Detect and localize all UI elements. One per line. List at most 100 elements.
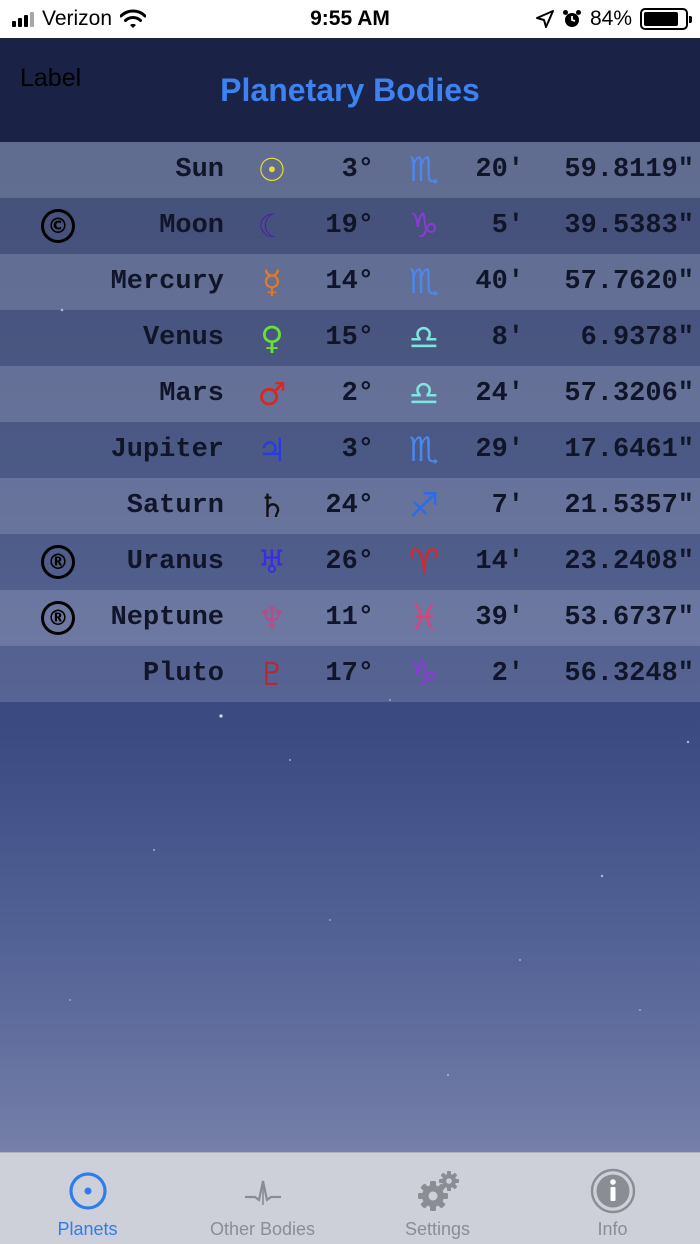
- degrees-value: 2°: [341, 379, 374, 409]
- planet-name: Saturn: [126, 491, 224, 521]
- planet-row-pluto[interactable]: Pluto ♇ 17° ♑ 2' 56.3248": [0, 646, 700, 702]
- location-arrow-icon: [535, 10, 554, 28]
- retrograde-mark: [38, 422, 78, 478]
- status-bar: Verizon 9:55 AM 84%: [0, 0, 700, 38]
- other-bodies-icon: [244, 1180, 281, 1205]
- retrograde-mark: [38, 254, 78, 310]
- planet-symbol-icon: ♆: [257, 599, 287, 637]
- retrograde-mark: ®: [38, 590, 78, 646]
- degrees-value: 3°: [341, 155, 374, 185]
- battery-percentage: 84%: [589, 7, 632, 30]
- tab-planets[interactable]: Planets: [0, 1153, 175, 1244]
- seconds-value: 59.8119": [564, 155, 694, 185]
- retrograde-mark: [38, 142, 78, 198]
- planet-row-venus[interactable]: Venus ♀ 15° ♎ 8' 6.9378": [0, 310, 700, 366]
- info-icon: [590, 1168, 635, 1214]
- zodiac-sign-icon: ♑: [408, 206, 440, 246]
- battery-icon: [640, 8, 692, 30]
- planet-name: Uranus: [126, 547, 224, 577]
- minutes-value: 8': [491, 323, 524, 353]
- planet-symbol-icon: ♂: [257, 375, 287, 413]
- planets-icon: [68, 1172, 107, 1210]
- retrograde-mark: ©: [38, 198, 78, 254]
- zodiac-sign-icon: ♐: [408, 486, 440, 526]
- tab-info[interactable]: Info: [525, 1153, 700, 1244]
- seconds-value: 39.5383": [564, 211, 694, 241]
- cellular-signal-icon: [12, 11, 34, 27]
- status-right: 84%: [535, 7, 692, 31]
- zodiac-sign-icon: ♎: [408, 318, 440, 358]
- status-left: Verizon: [12, 7, 147, 31]
- seconds-value: 57.3206": [564, 379, 694, 409]
- planet-name: Mars: [159, 379, 224, 409]
- tab-planets-label: Planets: [57, 1219, 118, 1239]
- tab-settings-label: Settings: [404, 1219, 471, 1239]
- degrees-value: 26°: [325, 547, 374, 577]
- tab-bar[interactable]: Planets Other Bodies Settings Info: [0, 1152, 700, 1244]
- seconds-value: 17.6461": [564, 435, 694, 465]
- zodiac-sign-icon: ♓: [408, 598, 440, 638]
- zodiac-sign-icon: ♑: [408, 654, 440, 694]
- planet-symbol-icon: ♃: [257, 431, 287, 469]
- planet-symbol-icon: ♄: [257, 487, 287, 525]
- minutes-value: 20': [475, 155, 524, 185]
- seconds-value: 56.3248": [564, 659, 694, 689]
- planet-symbol-icon: ♀: [260, 319, 284, 357]
- minutes-value: 24': [475, 379, 524, 409]
- planet-symbol-icon: ☉: [257, 151, 287, 189]
- planet-row-mars[interactable]: Mars ♂ 2° ♎ 24' 57.3206": [0, 366, 700, 422]
- planet-row-neptune[interactable]: ® Neptune ♆ 11° ♓ 39' 53.6737": [0, 590, 700, 646]
- planet-row-moon[interactable]: © Moon ☾ 19° ♑ 5' 39.5383": [0, 198, 700, 254]
- tab-other-bodies[interactable]: Other Bodies: [175, 1153, 350, 1244]
- minutes-value: 29': [475, 435, 524, 465]
- degrees-value: 17°: [325, 659, 374, 689]
- zodiac-sign-icon: ♏: [408, 262, 440, 302]
- planet-name: Mercury: [110, 267, 224, 297]
- planet-row-uranus[interactable]: ® Uranus ♅ 26° ♈ 14' 23.2408": [0, 534, 700, 590]
- seconds-value: 21.5357": [564, 491, 694, 521]
- zodiac-sign-icon: ♈: [408, 542, 440, 582]
- retrograde-mark: ®: [38, 534, 78, 590]
- seconds-value: 53.6737": [564, 603, 694, 633]
- mark-badge: ©: [41, 209, 75, 243]
- planet-positions-table: Sun ☉ 3° ♏ 20' 59.8119" © Moon ☾ 19° ♑ 5' 39.5383" Me…: [0, 142, 700, 702]
- zodiac-sign-icon: ♏: [408, 150, 440, 190]
- planet-name: Sun: [175, 155, 224, 185]
- retrograde-mark: [38, 366, 78, 422]
- planet-name: Jupiter: [110, 435, 224, 465]
- mark-badge: ®: [41, 545, 75, 579]
- degrees-value: 19°: [325, 211, 374, 241]
- tab-info-label: Info: [597, 1219, 628, 1239]
- planet-symbol-icon: ♇: [257, 655, 287, 693]
- planet-row-sun[interactable]: Sun ☉ 3° ♏ 20' 59.8119": [0, 142, 700, 198]
- zodiac-sign-icon: ♏: [408, 430, 440, 470]
- seconds-value: 23.2408": [564, 547, 694, 577]
- battery-level-fill: [644, 12, 678, 26]
- page-title: Planetary Bodies: [220, 72, 480, 108]
- alarm-clock-icon: [562, 10, 581, 27]
- planet-symbol-icon: ☿: [262, 263, 282, 301]
- planet-row-mercury[interactable]: Mercury ☿ 14° ♏ 40' 57.7620": [0, 254, 700, 310]
- degrees-value: 14°: [325, 267, 374, 297]
- planet-name: Venus: [142, 323, 224, 353]
- planet-symbol-icon: ♅: [257, 543, 287, 581]
- planet-row-jupiter[interactable]: Jupiter ♃ 3° ♏ 29' 17.6461": [0, 422, 700, 478]
- tab-other-bodies-label: Other Bodies: [209, 1219, 316, 1239]
- mark-badge: ®: [41, 601, 75, 635]
- minutes-value: 2': [491, 659, 524, 689]
- minutes-value: 7': [491, 491, 524, 521]
- planet-row-saturn[interactable]: Saturn ♄ 24° ♐ 7' 21.5357": [0, 478, 700, 534]
- gear-icon: [417, 1171, 459, 1211]
- degrees-value: 15°: [325, 323, 374, 353]
- retrograde-mark: [38, 478, 78, 534]
- seconds-value: 6.9378": [580, 323, 694, 353]
- carrier-name: Verizon: [42, 7, 113, 30]
- minutes-value: 14': [475, 547, 524, 577]
- retrograde-mark: [38, 310, 78, 366]
- wifi-icon: [120, 9, 147, 28]
- degrees-value: 3°: [341, 435, 374, 465]
- degrees-value: 11°: [325, 603, 374, 633]
- retrograde-mark: [38, 646, 78, 702]
- tab-settings[interactable]: Settings: [350, 1153, 525, 1244]
- zodiac-sign-icon: ♎: [408, 374, 440, 414]
